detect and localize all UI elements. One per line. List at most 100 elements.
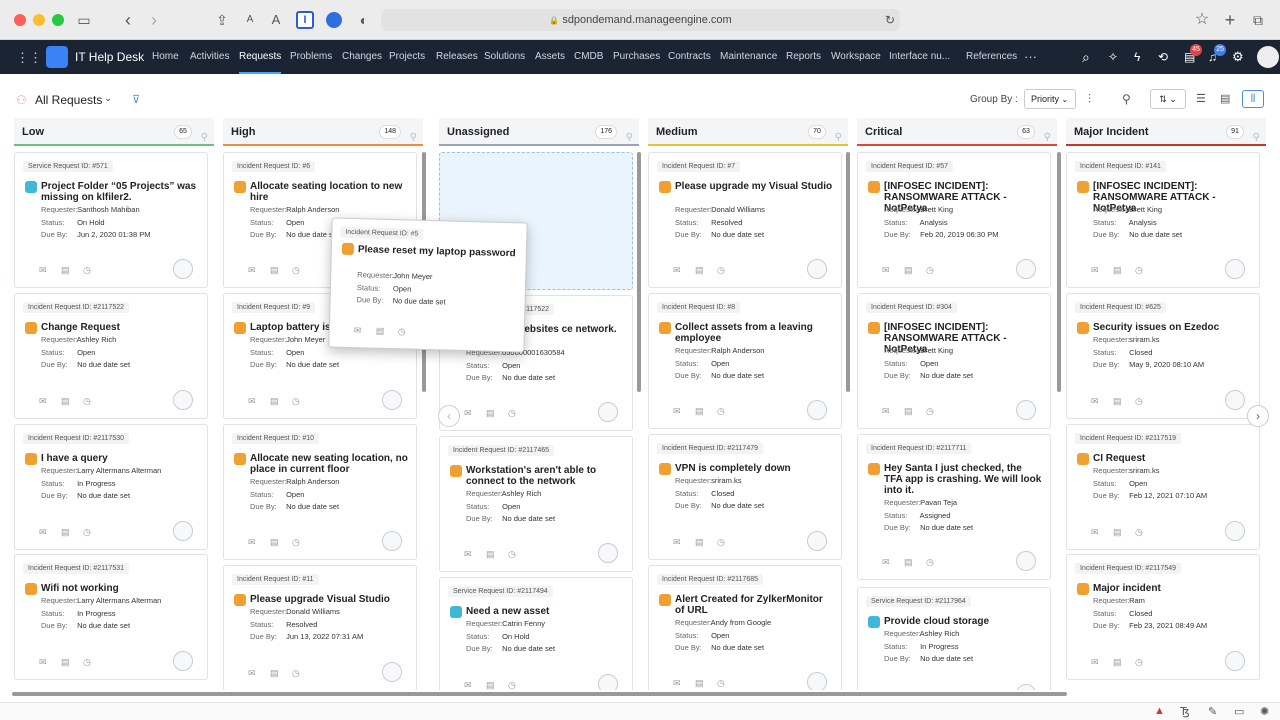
timer-icon[interactable]: ◷ [1135,396,1157,407]
note-icon[interactable]: ▤ [61,527,83,538]
request-title[interactable]: Please reset my laptop password [358,244,518,259]
nav-problems[interactable]: Problems [290,40,332,74]
nav-maintenance[interactable]: Maintenance [720,40,777,74]
nav-home[interactable]: Home [152,40,179,74]
note-icon[interactable]: ▤ [270,396,292,407]
list-view-icon[interactable]: ☰ [1196,92,1206,105]
mail-icon[interactable]: ✉ [39,396,61,407]
mail-icon[interactable]: ✉ [248,396,270,407]
request-title[interactable]: VPN is completely down [675,463,833,474]
tag-icon[interactable]: ⚲ [1122,92,1131,106]
quick-actions-icon[interactable]: ✧ [1108,40,1118,74]
note-icon[interactable]: ▤ [1113,396,1135,407]
request-card[interactable]: Incident Request ID: #2117519 CI Request… [1066,424,1260,550]
mail-icon[interactable]: ✉ [248,537,270,548]
apps-grid-icon[interactable]: ⋮⋮ [16,50,42,66]
timer-icon[interactable]: ◷ [292,537,314,548]
mail-icon[interactable]: ✉ [1091,527,1113,538]
technician-avatar[interactable] [1225,390,1245,410]
history-icon[interactable]: ⟲ [1158,40,1168,74]
column-header[interactable]: Low 65 ⚲ [14,118,214,146]
address-bar[interactable]: 🔒 sdpondemand.manageengine.com [381,9,900,31]
technician-avatar[interactable] [807,672,827,690]
mail-icon[interactable]: ✉ [39,265,61,276]
minimize-window-button[interactable] [33,14,45,26]
request-title[interactable]: Need a new asset [466,606,624,617]
request-card[interactable]: Incident Request ID: #141 [INFOSEC INCID… [1066,152,1260,288]
pin-icon[interactable]: ⚲ [835,124,842,152]
column-scrollbar[interactable] [637,152,641,392]
star-icon[interactable]: ☆ [1192,10,1212,30]
dragged-card[interactable]: Incident Request ID: #5 Please reset my … [328,217,528,353]
app-name[interactable]: IT Help Desk [75,40,144,74]
technician-avatar[interactable] [598,402,618,422]
shield-icon[interactable]: ◐ [354,10,374,30]
column-header[interactable]: Critical 63 ⚲ [857,118,1057,146]
request-card[interactable]: Incident Request ID: #11 Please upgrade … [223,565,417,690]
tabs-overview-icon[interactable]: ⧉ [1248,10,1268,30]
avatar[interactable] [1257,46,1279,68]
request-title[interactable]: Alert Created for ZylkerMonitor of URL [675,594,833,616]
request-card[interactable]: Incident Request ID: #7 Please upgrade m… [648,152,842,288]
timer-icon[interactable]: ◷ [292,396,314,407]
technician-avatar[interactable] [1016,400,1036,420]
mail-icon[interactable]: ✉ [464,680,486,690]
technician-avatar[interactable] [173,390,193,410]
pin-icon[interactable]: ⚲ [626,124,633,152]
reload-icon[interactable]: ↻ [880,10,900,30]
back-icon[interactable]: ‹ [118,10,138,30]
pin-icon[interactable]: ⚲ [410,124,417,152]
mail-icon[interactable]: ✉ [354,325,376,337]
request-card[interactable]: Incident Request ID: #2117479 VPN is com… [648,434,842,560]
timer-icon[interactable]: ◷ [926,406,948,417]
mail-icon[interactable]: ✉ [1091,657,1113,668]
note-icon[interactable]: ▤ [1113,657,1135,668]
chat-icon[interactable]: ▭ [1234,705,1244,718]
request-title[interactable]: Hey Santa I just checked, the TFA app is… [884,463,1042,496]
technician-avatar[interactable] [1225,521,1245,541]
note-icon[interactable]: ▤ [270,265,292,276]
technician-avatar[interactable] [173,651,193,671]
request-card[interactable]: Incident Request ID: #10 Allocate new se… [223,424,417,560]
timer-icon[interactable]: ◷ [83,265,105,276]
note-icon[interactable]: ▤ [1113,265,1135,276]
column-header[interactable]: Major Incident 91 ⚲ [1066,118,1266,146]
timer-icon[interactable]: ◷ [717,406,739,417]
request-title[interactable]: Wifi not working [41,583,199,594]
timer-icon[interactable]: ◷ [83,657,105,668]
technician-avatar[interactable] [382,662,402,682]
technician-avatar[interactable] [1225,651,1245,671]
nav-releases[interactable]: Releases [436,40,478,74]
request-card[interactable]: Service Request ID: #2117494 Need a new … [439,577,633,690]
timer-icon[interactable]: ◷ [508,549,530,560]
mail-icon[interactable]: ✉ [464,549,486,560]
request-card[interactable]: Incident Request ID: #2117531 Wifi not w… [14,554,208,680]
request-title[interactable]: Security issues on Ezedoc [1093,322,1251,333]
note-icon[interactable]: ▤ [486,549,508,560]
column-scrollbar[interactable] [1057,152,1061,392]
timer-icon[interactable]: ◷ [926,557,948,568]
note-icon[interactable]: ▤ [486,408,508,419]
timer-icon[interactable]: ◷ [1135,265,1157,276]
filter-icon[interactable]: ⊽ [132,93,140,106]
mail-icon[interactable]: ✉ [673,406,695,417]
more-nav-icon[interactable]: ··· [1024,40,1037,74]
lightbulb-icon[interactable]: ✺ [1260,705,1269,718]
card-view-icon[interactable]: ▤ [1220,92,1230,105]
mail-icon[interactable]: ✉ [673,537,695,548]
alert-icon[interactable]: ▲ [1154,705,1165,717]
timer-icon[interactable]: ◷ [398,326,420,338]
timer-icon[interactable]: ◷ [292,668,314,679]
technician-avatar[interactable] [382,390,402,410]
mail-icon[interactable]: ✉ [1091,265,1113,276]
request-title[interactable]: Allocate new seating location, no place … [250,453,408,475]
request-title[interactable]: Workstation's aren't able to connect to … [466,465,624,487]
extension-blue-icon[interactable] [326,12,342,28]
timer-icon[interactable]: ◷ [83,527,105,538]
request-title[interactable]: Allocate seating location to new hire [250,181,408,203]
note-icon[interactable]: ▤ [61,396,83,407]
request-card[interactable]: Incident Request ID: #2117530 I have a q… [14,424,208,550]
request-title[interactable]: Major incident [1093,583,1251,594]
mail-icon[interactable]: ✉ [882,406,904,417]
pin-icon[interactable]: ⚲ [1253,124,1260,152]
